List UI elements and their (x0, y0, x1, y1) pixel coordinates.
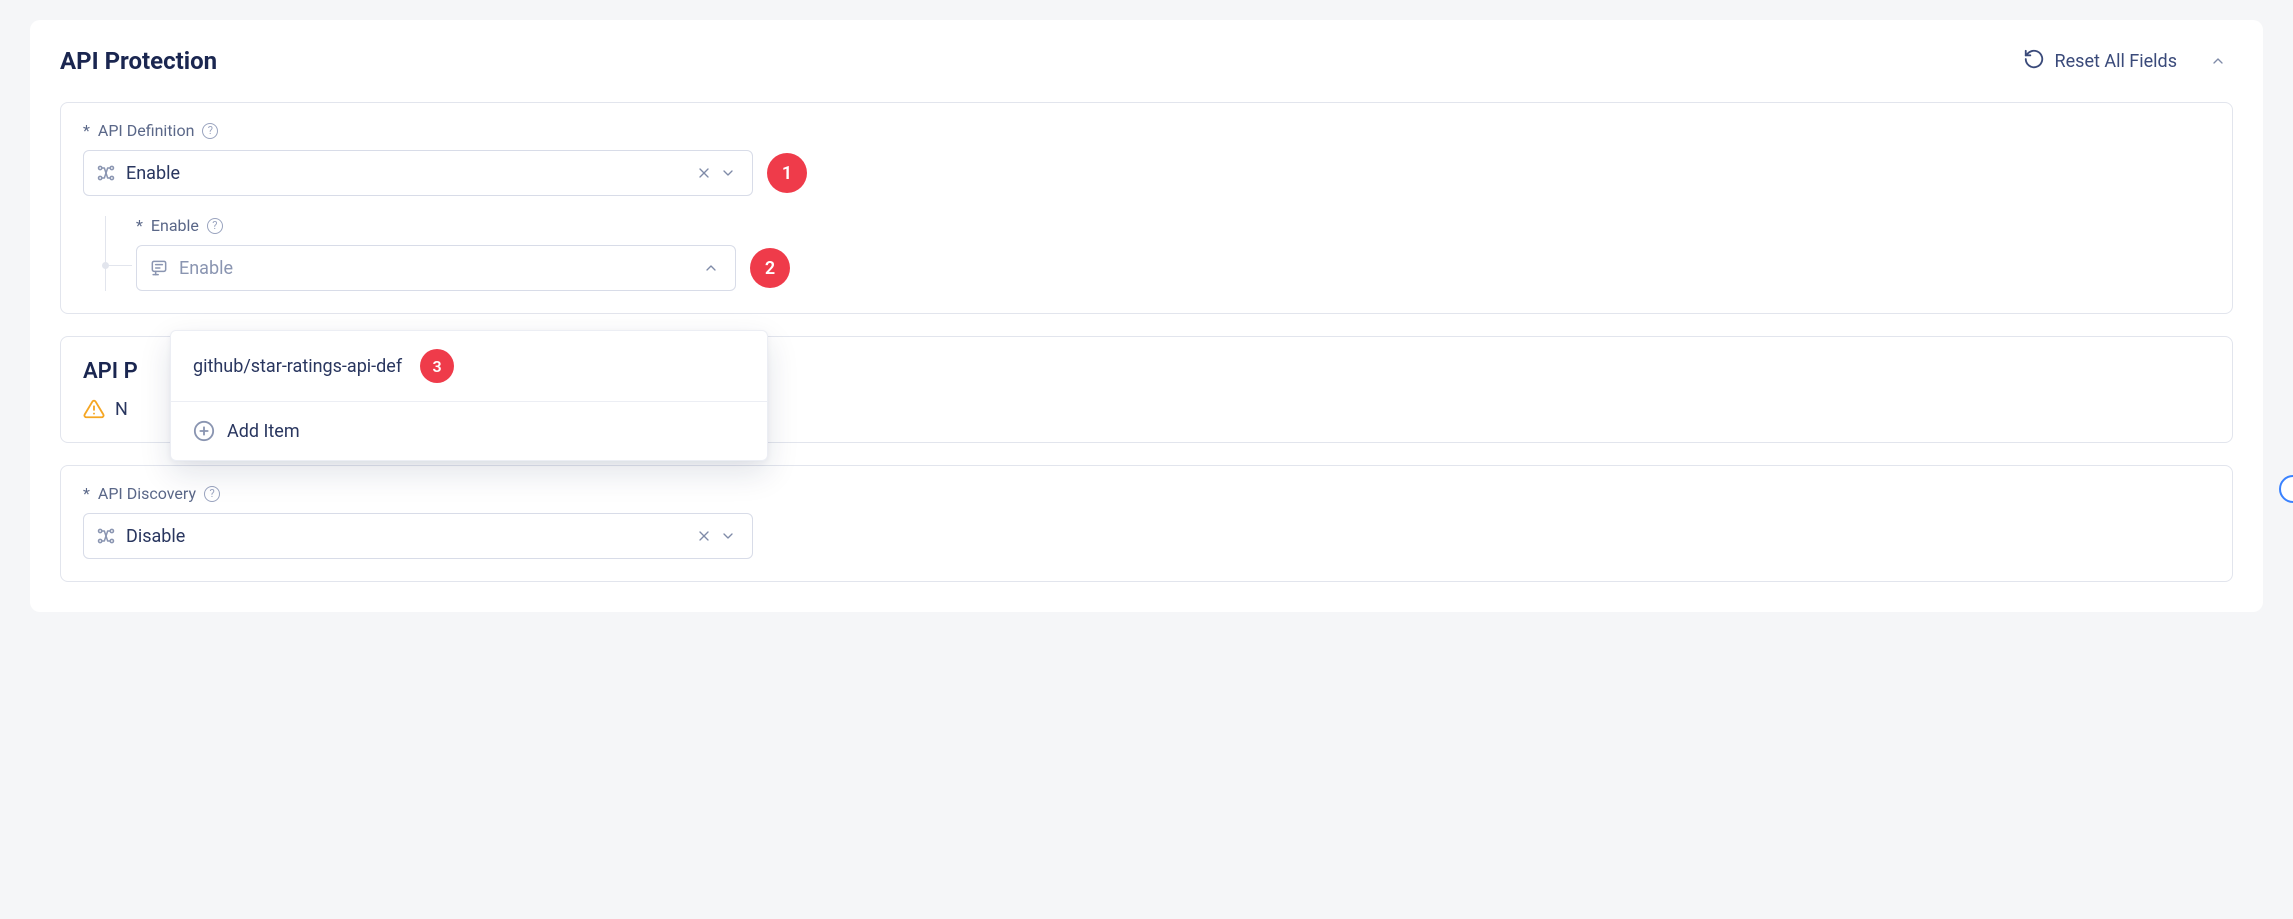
enable-subtree: * Enable ? Enable 2 (105, 216, 2210, 291)
api-discovery-select-wrap: Disable (83, 513, 2210, 559)
api-protection-container: API Protection Reset All Fields * API De… (30, 20, 2263, 612)
annotation-badge-2: 2 (750, 248, 790, 288)
annotation-badge-3: 3 (420, 349, 454, 383)
help-icon[interactable]: ? (202, 123, 218, 139)
plus-circle-icon (193, 420, 215, 442)
required-asterisk: * (136, 216, 143, 235)
routing-icon (96, 163, 116, 183)
required-asterisk: * (83, 484, 90, 503)
chevron-down-icon[interactable] (716, 524, 740, 548)
api-discovery-value: Disable (126, 526, 692, 547)
warning-icon (83, 398, 105, 420)
help-icon[interactable]: ? (204, 486, 220, 502)
api-definition-select[interactable]: Enable (83, 150, 753, 196)
enable-sub-label-row: * Enable ? (136, 216, 2210, 235)
collapse-section-button[interactable] (2203, 46, 2233, 76)
required-asterisk: * (83, 121, 90, 140)
api-definition-panel: * API Definition ? Enable 1 * (60, 102, 2233, 314)
dropdown-option-label: github/star-ratings-api-def (193, 356, 402, 377)
dropdown-add-item[interactable]: Add Item (171, 402, 767, 460)
api-discovery-select[interactable]: Disable (83, 513, 753, 559)
page-title: API Protection (60, 47, 217, 75)
header-row: API Protection Reset All Fields (60, 46, 2233, 76)
api-discovery-panel: * API Discovery ? Disable (60, 465, 2233, 582)
clear-icon[interactable] (692, 524, 716, 548)
api-definition-label: API Definition (98, 121, 195, 140)
reset-label: Reset All Fields (2055, 51, 2177, 72)
dropdown-option-api-def[interactable]: github/star-ratings-api-def 3 (171, 331, 767, 402)
chevron-up-icon[interactable] (699, 256, 723, 280)
enable-sub-label: Enable (151, 216, 199, 235)
help-icon[interactable]: ? (207, 218, 223, 234)
routing-icon (96, 526, 116, 546)
chevron-down-icon[interactable] (716, 161, 740, 185)
api-definition-label-row: * API Definition ? (83, 121, 2210, 140)
api-rules-notice-text: N (115, 399, 133, 420)
api-discovery-label: API Discovery (98, 484, 196, 503)
reset-icon (2023, 48, 2045, 75)
form-icon (149, 258, 169, 278)
dropdown-add-item-label: Add Item (227, 421, 300, 442)
enable-sub-select[interactable]: Enable (136, 245, 736, 291)
enable-dropdown-popover: github/star-ratings-api-def 3 Add Item (170, 330, 768, 461)
api-definition-select-wrap: Enable 1 (83, 150, 2210, 196)
api-definition-value: Enable (126, 163, 692, 184)
header-actions: Reset All Fields (2023, 46, 2233, 76)
help-floating-button[interactable] (2279, 475, 2293, 503)
enable-sub-placeholder: Enable (179, 258, 699, 279)
clear-icon[interactable] (692, 161, 716, 185)
annotation-badge-1: 1 (767, 153, 807, 193)
reset-all-fields-button[interactable]: Reset All Fields (2023, 48, 2177, 75)
api-discovery-label-row: * API Discovery ? (83, 484, 2210, 503)
enable-sub-select-wrap: Enable 2 (136, 245, 2210, 291)
api-rules-panel-title: API P (83, 359, 143, 384)
